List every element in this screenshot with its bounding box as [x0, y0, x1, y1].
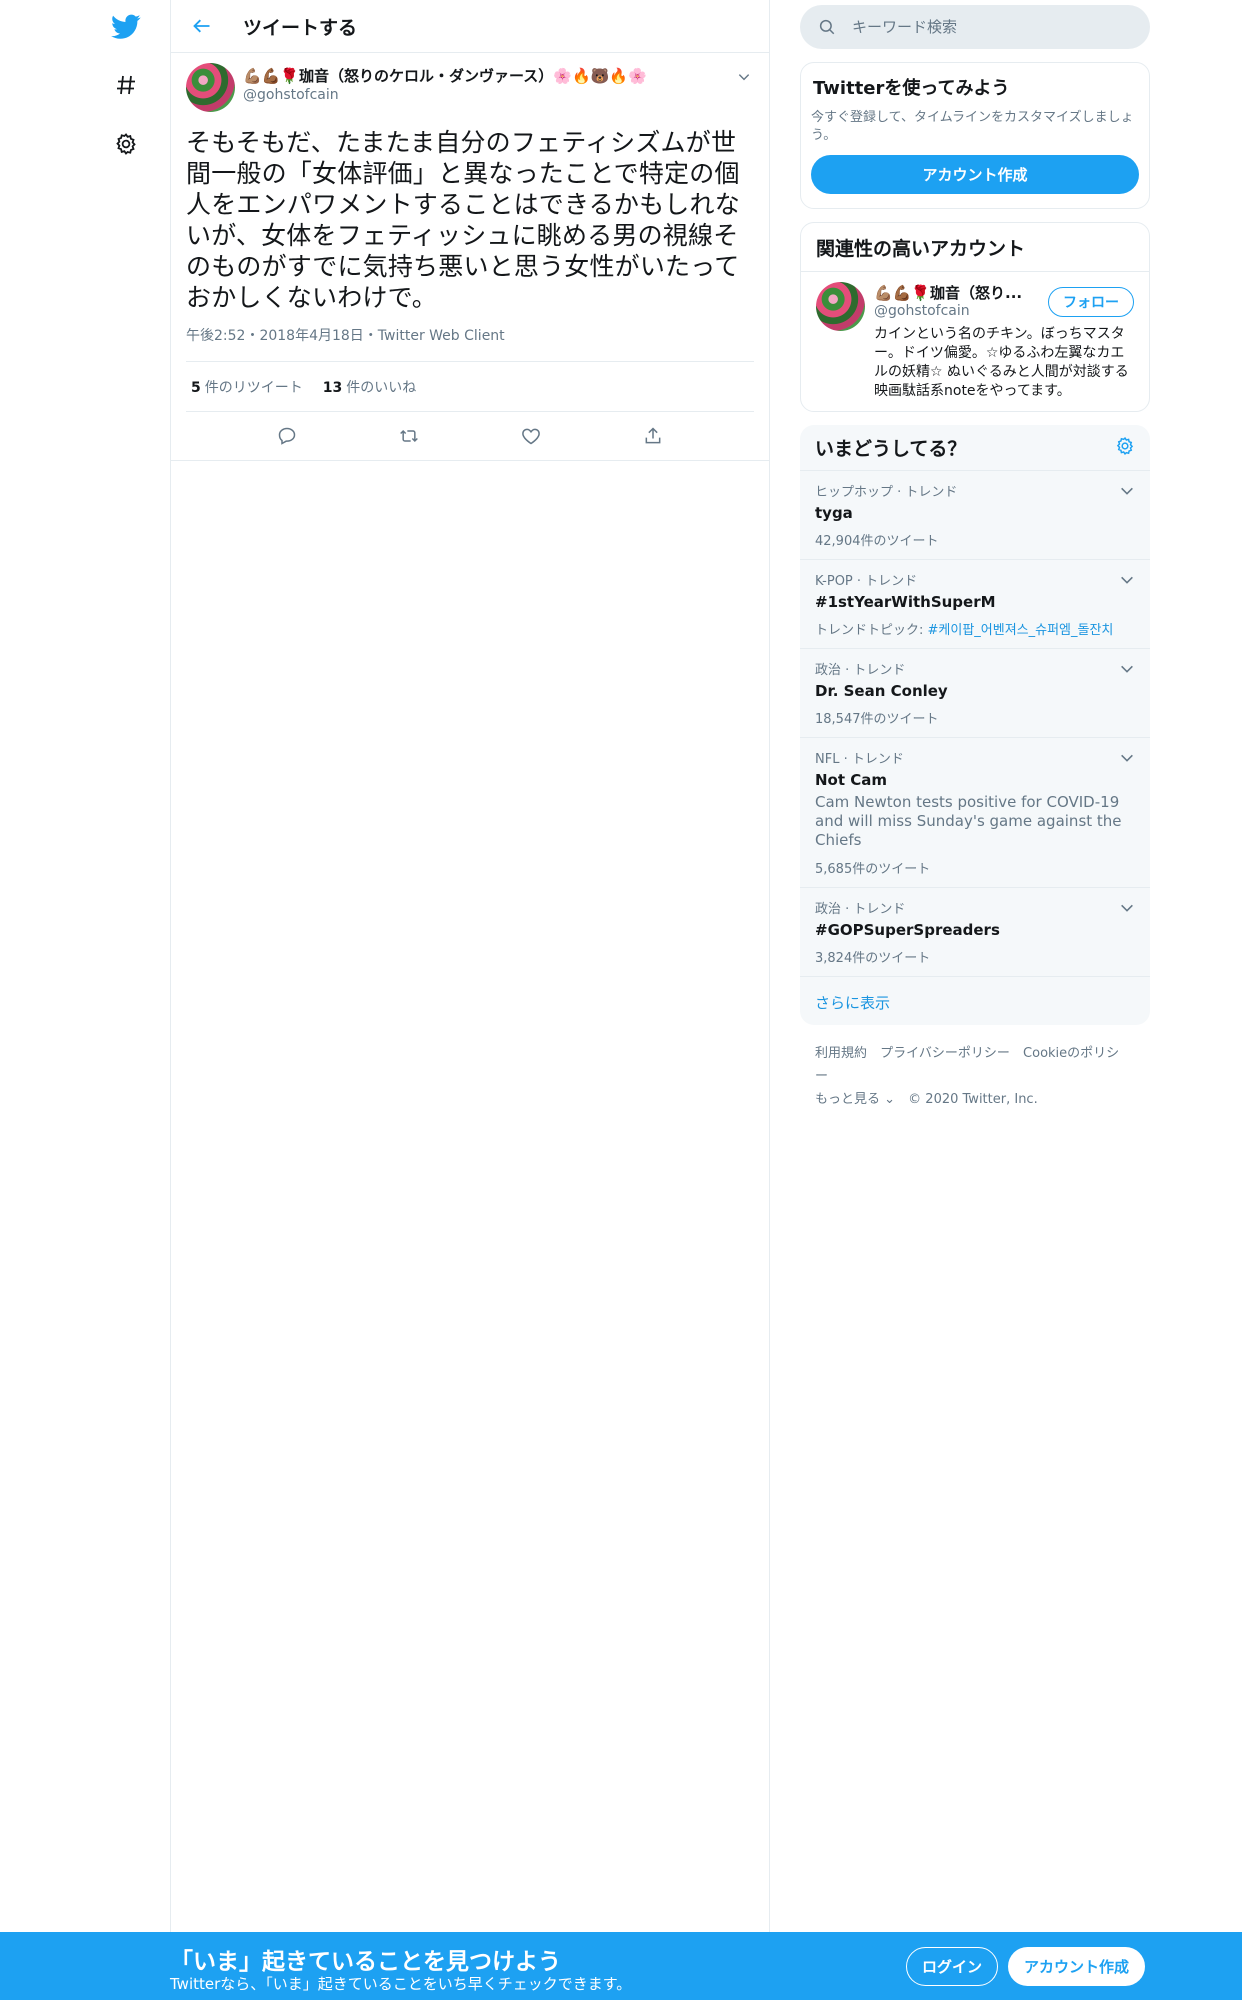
back-arrow-icon[interactable]: [183, 7, 221, 45]
page-title: ツイートする: [243, 16, 358, 39]
top-bar: ツイートする: [171, 0, 769, 53]
login-button[interactable]: ログイン: [906, 1947, 998, 1986]
related-avatar[interactable]: [816, 282, 865, 331]
trend-category: 政治 · トレンド: [815, 902, 906, 917]
trend-category: ヒップホップ · トレンド: [815, 485, 958, 500]
signup-description: 今すぐ登録して、タイムラインをカスタマイズしましょう。: [811, 110, 1134, 143]
trends-card: いまどうしてる？ ヒップホップ · トレンド tyga 42,904件のツイート…: [800, 425, 1150, 1025]
settings-gear-icon[interactable]: [104, 122, 148, 166]
footer: 利用規約 プライバシーポリシー Cookieのポリシー もっと見る ⌄ © 20…: [800, 1025, 1150, 1128]
twitter-logo-icon[interactable]: [104, 5, 148, 49]
tweet-timestamp: 午後2:52・2018年4月18日・Twitter Web Client: [186, 325, 754, 362]
trend-item[interactable]: 政治 · トレンド Dr. Sean Conley 18,547件のツイート: [800, 649, 1150, 738]
chevron-down-icon[interactable]: [1119, 483, 1135, 499]
chevron-down-icon[interactable]: [1119, 900, 1135, 916]
trends-header: いまどうしてる？: [800, 425, 1150, 471]
main-column: ツイートする 💪🏽💪🏾🌹珈音（怒りのケロル・ダンヴァース）🌸🔥🐻🔥🌸 @gohs…: [170, 0, 770, 1932]
trend-category: NFL · トレンド: [815, 752, 904, 767]
related-user-bio: カインという名のチキン。ぼっちマスター。ドイツ偏愛。☆ゆるふわ左翼なカエルの妖精…: [874, 326, 1129, 399]
explore-hashtag-icon[interactable]: [104, 63, 148, 107]
copyright: © 2020 Twitter, Inc.: [908, 1092, 1038, 1107]
left-nav: [0, 0, 170, 2000]
trend-description: Cam Newton tests positive for COVID-19 a…: [815, 793, 1122, 849]
chevron-down-icon[interactable]: [1119, 750, 1135, 766]
trend-topic-link[interactable]: #케이팝_어벤져스_슈퍼엠_돌잔치: [928, 623, 1114, 638]
chevron-down-icon[interactable]: [1119, 572, 1135, 588]
like-stat[interactable]: 13 件のいいね: [323, 377, 416, 397]
like-heart-icon[interactable]: [512, 417, 550, 455]
trend-topic-label: トレンドトピック:: [815, 623, 928, 638]
banner-signup-button[interactable]: アカウント作成: [1008, 1947, 1145, 1986]
reply-icon[interactable]: [268, 417, 306, 455]
terms-link[interactable]: 利用規約: [815, 1046, 867, 1061]
search-icon: [819, 19, 835, 35]
like-label: 件のいいね: [346, 379, 417, 396]
trend-name: Dr. Sean Conley: [815, 682, 948, 700]
bottom-banner: 「いま」起きていることを見つけよう Twitterなら、「いま」起きていることを…: [0, 1932, 1242, 2000]
trend-item[interactable]: K-POP · トレンド #1stYearWithSuperM トレンドトピック…: [800, 560, 1150, 649]
tweet-actions: [186, 412, 754, 460]
trend-item[interactable]: 政治 · トレンド #GOPSuperSpreaders 3,824件のツイート: [800, 888, 1150, 977]
author-info: 💪🏽💪🏾🌹珈音（怒りのケロル・ダンヴァース）🌸🔥🐻🔥🌸 @gohstofcain: [243, 65, 647, 117]
chevron-down-icon[interactable]: [734, 67, 754, 87]
show-more-link[interactable]: さらに表示: [800, 977, 1150, 1025]
author-name[interactable]: 💪🏽💪🏾🌹珈音（怒りのケロル・ダンヴァース）🌸🔥🐻🔥🌸: [243, 65, 647, 86]
banner-title: 「いま」起きていることを見つけよう: [170, 1949, 561, 1975]
retweet-label: 件のリツイート: [204, 379, 303, 396]
search-box[interactable]: [800, 5, 1150, 49]
share-icon[interactable]: [634, 417, 672, 455]
trend-name: #GOPSuperSpreaders: [815, 921, 1000, 939]
more-link[interactable]: もっと見る ⌄: [815, 1092, 895, 1107]
signup-title: Twitterを使ってみよう: [813, 78, 1010, 99]
related-title: 関連性の高いアカウント: [801, 223, 1149, 272]
trends-settings-gear-icon[interactable]: [1115, 436, 1135, 460]
tweet-header: 💪🏽💪🏾🌹珈音（怒りのケロル・ダンヴァース）🌸🔥🐻🔥🌸 @gohstofcain: [186, 63, 754, 117]
trend-item[interactable]: NFL · トレンド Not Cam Cam Newton tests posi…: [800, 738, 1150, 888]
related-user[interactable]: 💪🏽💪🏾🌹珈音（怒り... @gohstofcain カインという名のチキン。ぼ…: [801, 272, 1149, 411]
tweet-text: そもそもだ、たまたま自分のフェティシズムが世間一般の「女体評価」と異なったことで…: [186, 128, 740, 312]
retweet-stat[interactable]: 5 件のリツイート: [191, 377, 303, 397]
trend-count: 18,547件のツイート: [815, 712, 939, 727]
privacy-link[interactable]: プライバシーポリシー: [880, 1046, 1010, 1061]
trend-count: 5,685件のツイート: [815, 862, 931, 877]
trend-name: Not Cam: [815, 771, 888, 789]
author-handle[interactable]: @gohstofcain: [243, 87, 647, 103]
author-avatar[interactable]: [186, 63, 235, 112]
like-count: 13: [322, 379, 343, 396]
tweet-stats: 5 件のリツイート 13 件のいいね: [186, 362, 754, 412]
signup-card: Twitterを使ってみよう 今すぐ登録して、タイムラインをカスタマイズしましょ…: [800, 62, 1150, 209]
tweet: 💪🏽💪🏾🌹珈音（怒りのケロル・ダンヴァース）🌸🔥🐻🔥🌸 @gohstofcain…: [171, 53, 769, 461]
trend-count: 3,824件のツイート: [815, 951, 931, 966]
trend-category: K-POP · トレンド: [815, 574, 918, 589]
trend-count: 42,904件のツイート: [815, 534, 939, 549]
create-account-button[interactable]: アカウント作成: [811, 155, 1139, 194]
retweet-icon[interactable]: [390, 417, 428, 455]
right-sidebar: Twitterを使ってみよう 今すぐ登録して、タイムラインをカスタマイズしましょ…: [800, 0, 1150, 1128]
follow-button[interactable]: フォロー: [1048, 287, 1134, 317]
retweet-count: 5: [191, 379, 201, 396]
search-input[interactable]: [852, 18, 1112, 36]
trend-item[interactable]: ヒップホップ · トレンド tyga 42,904件のツイート: [800, 471, 1150, 560]
related-user-name[interactable]: 💪🏽💪🏾🌹珈音（怒り...: [874, 282, 1034, 303]
trend-name: tyga: [815, 504, 853, 522]
trend-topic: トレンドトピック: #케이팝_어벤져스_슈퍼엠_돌잔치: [815, 619, 1135, 638]
banner-subtitle: Twitterなら、「いま」起きていることをいち早くチェックできます。: [170, 1975, 632, 1993]
trend-category: 政治 · トレンド: [815, 663, 906, 678]
trend-name: #1stYearWithSuperM: [815, 593, 996, 611]
related-accounts-card: 関連性の高いアカウント 💪🏽💪🏾🌹珈音（怒り... @gohstofcain カ…: [800, 222, 1150, 412]
trends-title: いまどうしてる？: [815, 438, 967, 460]
chevron-down-icon[interactable]: [1119, 661, 1135, 677]
